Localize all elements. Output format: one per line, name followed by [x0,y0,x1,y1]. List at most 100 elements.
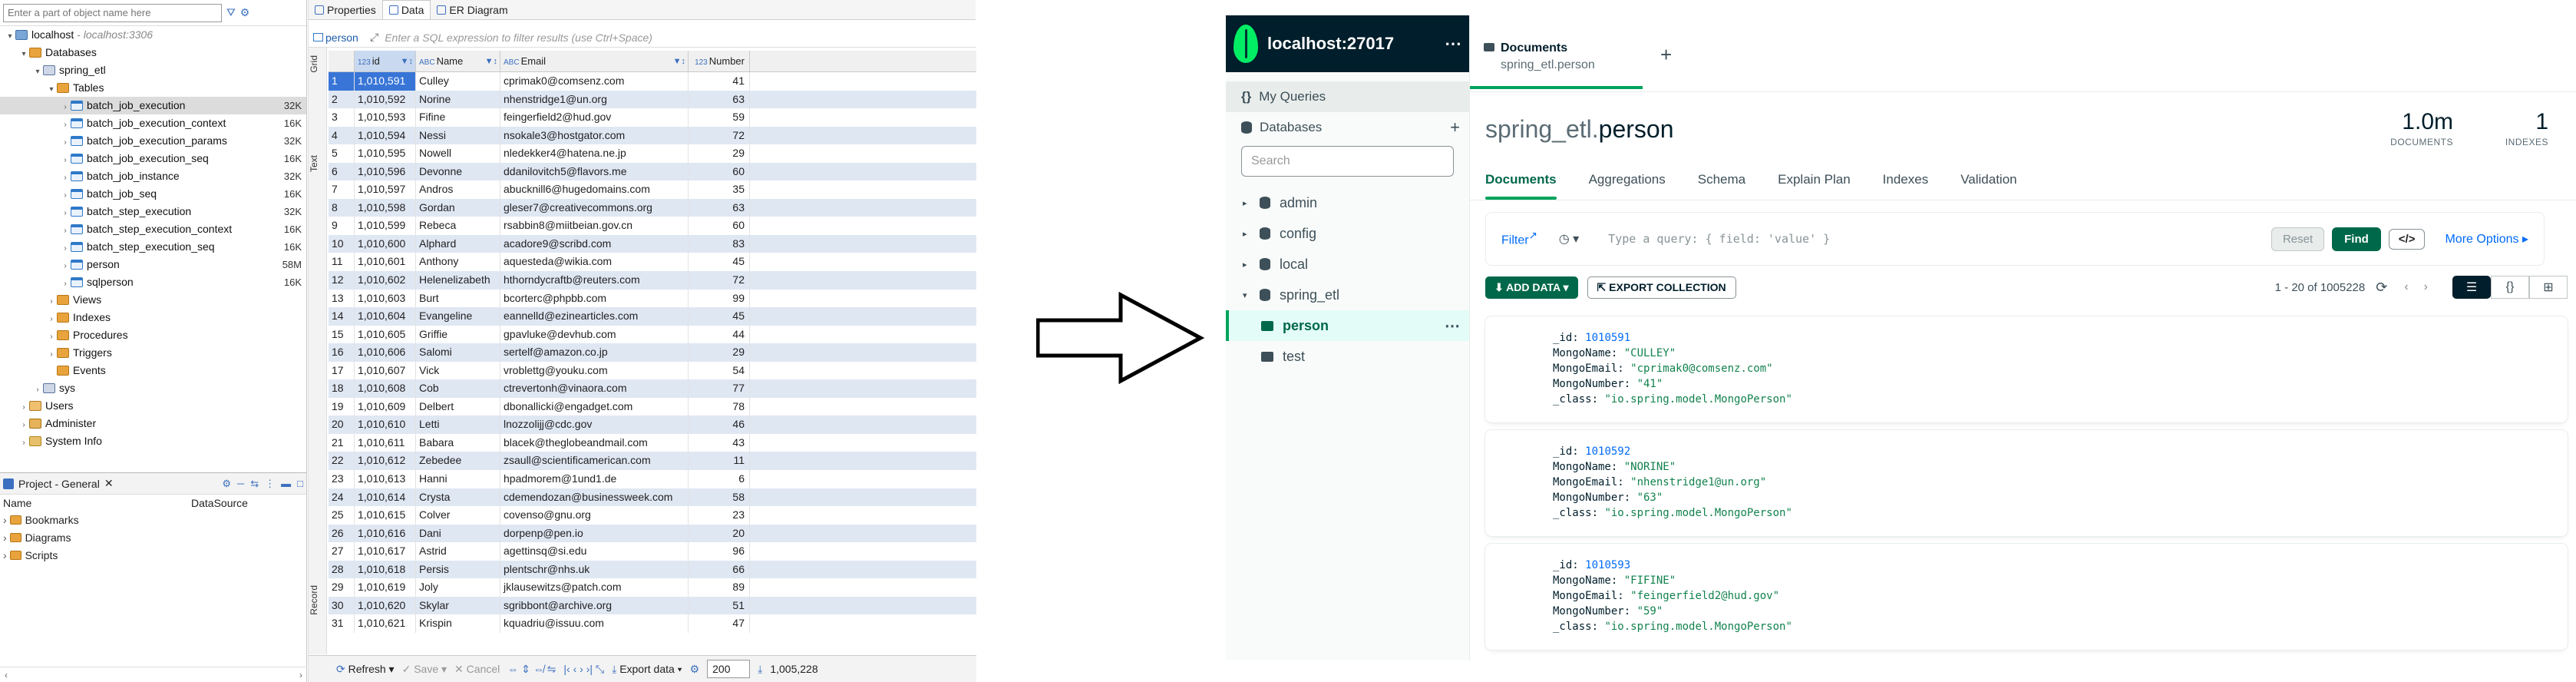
table-cell[interactable]: gleser7@creativecommons.org [500,198,689,217]
table-cell[interactable]: 1,010,613 [355,470,416,488]
table-cell[interactable]: 72 [689,271,750,290]
table-row[interactable]: 19 1,010,609 Delbert dbonallicki@engadget.c… [329,397,976,416]
tree-node[interactable]: › Users [0,397,306,415]
reset-button[interactable]: Reset [2271,227,2325,251]
table-cell[interactable]: 45 [689,307,750,326]
field-value[interactable]: "FIFINE" [1624,574,1676,587]
object-filter-input[interactable] [3,3,222,22]
table-cell[interactable]: nhenstridge1@un.org [500,90,689,109]
column-header-id[interactable]: 123 id ▼↕ [355,51,416,71]
tree-node[interactable]: › sys [0,379,306,397]
database-item-spring_etl[interactable]: ▾ spring_etl [1226,280,1469,310]
more-options-button[interactable]: More Options ▸ [2445,231,2528,247]
table-cell[interactable]: Crysta [416,488,500,507]
column-header-email[interactable]: ABC Email ▼↕ [500,51,689,71]
list-view-icon[interactable]: ☰ [2452,276,2491,299]
tree-node[interactable]: › batch_step_execution 32K [0,203,306,220]
table-row[interactable]: 1 1,010,591 Culley cprimak0@comsenz.com 41 [329,72,976,91]
table-cell[interactable]: feingerfield2@hud.gov [500,108,689,127]
expand-arrow-icon[interactable]: › [60,116,71,134]
table-row[interactable]: 14 1,010,604 Evangeline eannelld@ezineartic… [329,307,976,326]
expand-arrow-icon[interactable]: › [46,310,57,328]
table-cell[interactable]: Burt [416,289,500,308]
table-cell[interactable]: ctrevertonh@vinaora.com [500,379,689,398]
table-cell[interactable]: 1,010,615 [355,506,416,525]
table-cell[interactable]: 63 [689,198,750,217]
tree-node[interactable]: › Procedures [0,326,306,344]
field-value[interactable]: "59" [1637,605,1663,617]
database-item-config[interactable]: ▸ config [1226,218,1469,249]
query-history-icon[interactable]: ◷ ▾ [1559,231,1579,247]
table-cell[interactable]: Evangeline [416,307,500,326]
expand-arrow-icon[interactable]: › [60,169,71,187]
expand-arrow-icon[interactable]: ▾ [18,45,29,63]
table-cell[interactable]: Fifine [416,108,500,127]
table-cell[interactable]: 1,010,606 [355,343,416,362]
document-card[interactable]: _id: 1010593 MongoName: "FIFINE" MongoEmai… [1485,544,2568,650]
table-cell[interactable]: 1,010,610 [355,415,416,434]
table-row[interactable]: 16 1,010,606 Salomi sertelf@amazon.co.jp 29 [329,343,976,362]
table-cell[interactable]: dbonallicki@engadget.com [500,397,689,416]
page-nav-icons[interactable]: ‹› [2404,280,2443,294]
table-cell[interactable]: rsabbin8@miitbeian.gov.cn [500,217,689,235]
table-row[interactable]: 2 1,010,592 Norine nhenstridge1@un.org 63 [329,90,976,109]
table-row[interactable]: 8 1,010,598 Gordan gleser7@creativecommons.… [329,198,976,217]
sort-filter-icon[interactable]: ▼↕ [401,51,413,71]
find-button[interactable]: Find [2332,227,2381,251]
table-cell[interactable]: 63 [689,90,750,109]
fetch-size-input[interactable]: 200 [707,660,751,678]
table-cell[interactable]: Cob [416,379,500,398]
table-cell[interactable]: 83 [689,234,750,253]
table-cell[interactable]: cdemendozan@businessweek.com [500,488,689,507]
table-cell[interactable]: 58 [689,488,750,507]
table-cell[interactable]: 1,010,604 [355,307,416,326]
table-row[interactable]: 27 1,010,617 Astrid agettinsq@si.edu 96 [329,542,976,561]
table-cell[interactable]: 1,010,609 [355,397,416,416]
table-row[interactable]: 12 1,010,602 Helenelizabeth hthorndycraftb@… [329,271,976,290]
table-cell[interactable]: vroblettg@youku.com [500,361,689,380]
table-cell[interactable]: Anthony [416,253,500,272]
table-cell[interactable]: Krispin [416,614,500,633]
expand-arrow-icon[interactable]: › [60,204,71,222]
project-item[interactable]: › Diagrams [0,529,306,547]
table-cell[interactable]: abucknill6@hugedomains.com [500,180,689,199]
table-row[interactable]: 29 1,010,619 Joly jklausewitzs@patch.com 89 [329,578,976,597]
row-edit-icons[interactable]: ⇔ ⇕ ⇎ ⇋ [507,663,556,676]
connection-name[interactable]: localhost:27017 [1267,34,1394,54]
project-item[interactable]: › Bookmarks [0,512,306,529]
expand-arrow-icon[interactable]: › [60,257,71,275]
expand-arrow-icon[interactable]: › [46,328,57,346]
tree-node[interactable]: › Administer [0,415,306,432]
table-cell[interactable]: Dani [416,524,500,543]
table-cell[interactable]: 29 [689,343,750,362]
grid-mode-tab[interactable]: Grid [309,55,327,73]
caret-right-icon[interactable]: ▸ [1243,260,1250,270]
expand-arrow-icon[interactable]: › [46,293,57,310]
field-value[interactable]: "io.spring.model.MongoPerson" [1604,393,1792,406]
table-cell[interactable]: 45 [689,253,750,272]
table-cell[interactable]: 46 [689,415,750,434]
table-cell[interactable]: 1,010,596 [355,162,416,181]
tab-er-diagram[interactable]: ER Diagram [431,0,514,19]
table-cell[interactable]: 96 [689,542,750,561]
link-icon[interactable]: ⇆ [250,478,259,490]
field-value[interactable]: "41" [1637,378,1663,390]
save-button[interactable]: ✓ Save ▾ [402,663,447,676]
table-cell[interactable]: 6 [689,470,750,488]
table-cell[interactable]: 20 [689,524,750,543]
minimize-icon[interactable]: ▬ [281,478,291,490]
table-cell[interactable]: 66 [689,560,750,579]
table-cell[interactable]: Vick [416,361,500,380]
table-cell[interactable]: 78 [689,397,750,416]
table-cell[interactable]: nsokale3@hostgator.com [500,126,689,145]
table-cell[interactable]: lnozzolijj@cdc.gov [500,415,689,434]
table-row[interactable]: 30 1,010,620 Skylar sgribbont@archive.org 51 [329,596,976,615]
field-value[interactable]: "NORINE" [1624,461,1676,473]
table-cell[interactable]: 1,010,591 [355,72,416,91]
column-name[interactable]: Name [3,497,31,509]
expand-arrow-icon[interactable]: › [60,98,71,116]
tree-node[interactable]: › System Info [0,432,306,450]
table-row[interactable]: 15 1,010,605 Griffie gpavluke@devhub.com 44 [329,325,976,344]
expand-arrow-icon[interactable]: › [60,187,71,204]
field-value[interactable]: "nhenstridge1@un.org" [1630,476,1766,488]
